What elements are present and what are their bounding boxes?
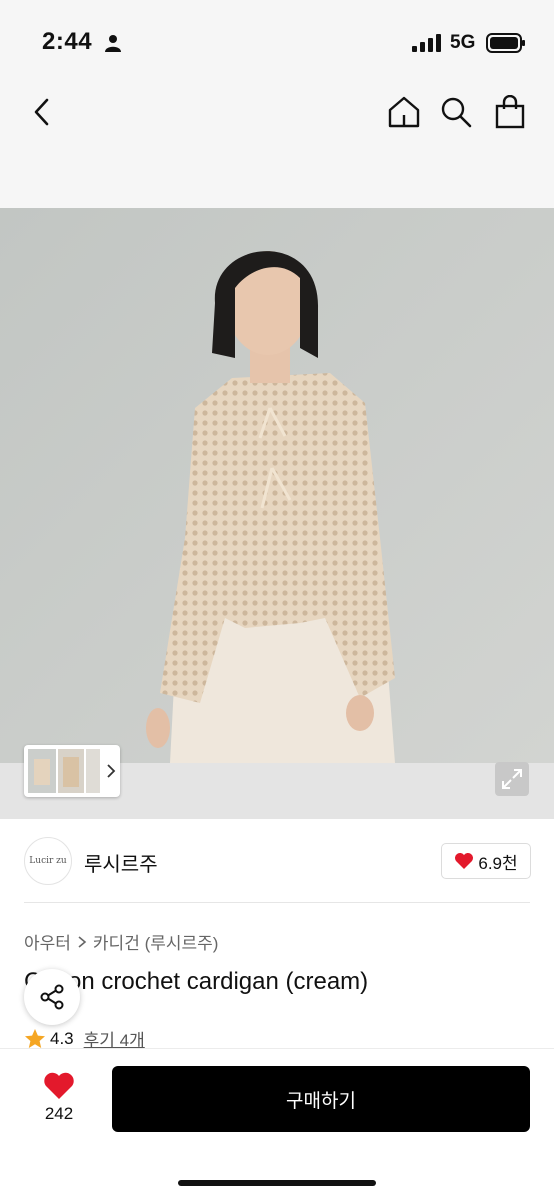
buy-button[interactable]: 구매하기 <box>112 1066 530 1132</box>
product-image[interactable] <box>0 208 554 763</box>
chevron-right-icon <box>78 935 87 948</box>
divider <box>24 902 530 903</box>
network-type: 5G <box>450 32 476 53</box>
expand-icon <box>502 769 522 789</box>
wishlist-count: 242 <box>44 1104 74 1123</box>
home-indicator <box>178 1180 376 1186</box>
product-photo-illustration <box>0 208 554 763</box>
thumbnail-images <box>28 749 116 793</box>
brand-logo-text: Lucir zu <box>29 856 67 866</box>
rating-value: 4.3 <box>50 1028 74 1048</box>
search-button[interactable] <box>436 92 476 132</box>
person-icon <box>105 35 121 52</box>
brand-like-count: 6.9천 <box>478 853 518 873</box>
wishlist-button[interactable]: 242 <box>24 1068 94 1128</box>
search-icon <box>441 97 472 128</box>
heart-icon <box>44 1072 74 1099</box>
brand-logo[interactable]: Lucir zu <box>24 837 72 885</box>
brand-like-button[interactable]: 6.9천 <box>441 843 531 879</box>
chevron-left-icon <box>34 98 49 126</box>
shopping-bag-icon <box>495 95 525 129</box>
breadcrumb-subcategory[interactable]: 카디건 (루시르주) <box>93 929 219 954</box>
back-button[interactable] <box>24 92 60 132</box>
signal-icon <box>412 34 441 52</box>
brand-name[interactable]: 루시르주 <box>84 848 158 877</box>
expand-image-button[interactable] <box>495 762 529 796</box>
star-icon <box>25 1028 45 1048</box>
thumbnail-strip-button[interactable] <box>24 745 120 797</box>
breadcrumb-category[interactable]: 아우터 <box>24 929 71 954</box>
cart-button[interactable] <box>490 92 530 132</box>
home-button[interactable] <box>384 92 424 132</box>
heart-icon <box>455 853 474 869</box>
home-icon <box>388 96 420 128</box>
breadcrumb: 아우터 카디건 (루시르주) <box>24 929 218 954</box>
status-time: 2:44 <box>42 28 93 55</box>
share-button[interactable] <box>24 969 80 1025</box>
battery-icon <box>486 33 525 53</box>
share-icon <box>40 984 64 1010</box>
